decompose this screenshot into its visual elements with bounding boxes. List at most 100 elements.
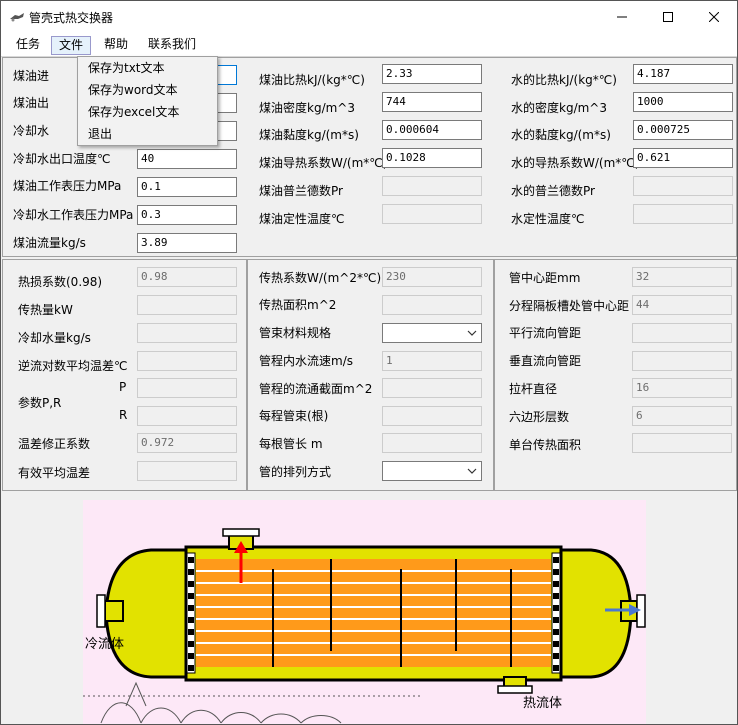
minimize-button[interactable] [599,1,645,33]
label-kerosene-viscosity: 煤油黏度kg/(m*s) [259,128,359,142]
effective-temp-diff-output [137,461,237,481]
label-kerosene-flow: 煤油流量kg/s [13,236,86,250]
label-water-viscosity: 水的黏度kg/(m*s) [511,128,611,142]
label-kerosene-density: 煤油密度kg/m^3 [259,101,355,115]
label-tube-bundles: 每程管束(根) [259,409,329,423]
label-cooling-water-amount: 冷却水量kg/s [18,331,91,345]
kerosene-pressure-input[interactable]: 0.1 [137,177,237,197]
menu-exit[interactable]: 退出 [88,126,112,142]
heat-exchanger-diagram [83,500,646,724]
menu-save-txt[interactable]: 保存为txt文本 [88,60,165,76]
chevron-down-icon [467,330,477,336]
water-cp-input[interactable]: 4.187 [633,64,733,84]
label-hex-layers: 六边形层数 [509,410,570,424]
label-p: P [119,380,127,394]
kerosene-flow-input[interactable]: 3.89 [137,233,237,253]
label-flow-section: 管程的流通截面m^2 [259,382,373,396]
left-nozzle [104,600,124,622]
tube-arrangement-select[interactable] [382,461,482,481]
label-kerosene-conductivity: 煤油导热系数W/(m*℃) [259,156,388,170]
label-kerosene-prandtl: 煤油普兰德数Pr [259,184,343,198]
tube-spec-select[interactable] [382,323,482,343]
calc-panel-right: 管中心距mm 32 分程隔板槽处管中心距 44 平行流向管距 垂直流向管距 拉杆… [494,259,737,491]
label-tube-length: 每根管长 m [259,437,323,451]
diagram-area: 冷流体 热流体 [1,491,737,724]
p-output [137,378,237,398]
water-velocity-input: 1 [382,351,482,371]
kerosene-density-input[interactable]: 744 [382,92,482,112]
water-viscosity-input[interactable]: 0.000725 [633,120,733,140]
close-icon [709,12,719,22]
label-heat-coef: 传热系数W/(m^2*℃) [259,271,382,285]
menu-help[interactable]: 帮助 [97,36,135,55]
left-flange [96,594,106,628]
label-heat-loss: 热损系数(0.98) [18,275,103,289]
label-tube-pitch: 管中心距mm [509,271,581,285]
window-title: 管壳式热交换器 [29,11,114,25]
lmtd-output [137,351,237,371]
label-heat-area: 传热面积m^2 [259,298,337,312]
label-water-velocity: 管程内水流速m/s [259,354,353,368]
kerosene-cp-input[interactable]: 2.33 [382,64,482,84]
cooling-pressure-input[interactable]: 0.3 [137,205,237,225]
vertical-pitch-output [632,351,732,371]
menu-file[interactable]: 文件 [51,36,92,55]
close-button[interactable] [691,1,737,33]
tube-bundles-output [382,406,482,426]
label-kerosene-qualitative-temp: 煤油定性温度℃ [259,212,345,226]
label-rod-diameter: 拉杆直径 [509,382,558,396]
parallel-pitch-output [632,323,732,343]
bottom-flange [497,685,533,694]
heat-area-output [382,295,482,315]
top-flange [222,528,260,537]
kerosene-viscosity-input[interactable]: 0.000604 [382,120,482,140]
water-conductivity-input[interactable]: 0.621 [633,148,733,168]
label-cooling-in: 冷却水 [13,124,50,138]
label-heat-transfer: 传热量kW [18,303,73,317]
heat-loss-input: 0.98 [137,267,237,287]
kerosene-prandtl-output [382,176,482,196]
heat-coef-input: 230 [382,267,482,287]
cold-fluid-label: 冷流体 [85,637,125,652]
file-menu-dropdown: 保存为txt文本 保存为word文本 保存为excel文本 退出 [77,56,218,146]
baffle-pitch-input: 44 [632,295,732,315]
label-correction: 温差修正系数 [18,437,91,451]
maximize-button[interactable] [645,1,691,33]
menu-bar: 任务 文件 帮助 联系我们 [1,33,737,57]
label-kerosene-in: 煤油进 [13,69,50,83]
label-water-conductivity: 水的导热系数W/(m*℃) [511,156,640,170]
label-params-pr: 参数P,R [18,396,62,410]
menu-contact[interactable]: 联系我们 [141,36,203,55]
label-cooling-out: 冷却水出口温度℃ [13,152,111,166]
minimize-icon [617,16,627,18]
kerosene-conductivity-input[interactable]: 0.1028 [382,148,482,168]
hot-fluid-label: 热流体 [523,696,563,711]
rod-diameter-input: 16 [632,378,732,398]
cooling-out-temp-input[interactable]: 40 [137,149,237,169]
heat-transfer-output [137,295,237,315]
label-r: R [119,408,128,422]
label-vertical-pitch: 垂直流向管距 [509,354,582,368]
menu-task[interactable]: 任务 [9,36,47,55]
flow-section-output [382,378,482,398]
correction-output: 0.972 [137,433,237,453]
menu-save-excel[interactable]: 保存为excel文本 [88,104,179,120]
label-tube-spec: 管束材料规格 [259,326,332,340]
unit-area-output [632,433,732,453]
title-bar[interactable]: 管壳式热交换器 [1,1,737,33]
label-water-cp: 水的比热kJ/(kg*℃) [511,73,617,87]
label-parallel-pitch: 平行流向管距 [509,326,582,340]
label-kerosene-pressure: 煤油工作表压力MPa [13,179,122,193]
maximize-icon [663,12,673,22]
menu-save-word[interactable]: 保存为word文本 [88,82,178,98]
hex-layers-input: 6 [632,406,732,426]
tube-pitch-input: 32 [632,267,732,287]
chevron-down-icon [467,468,477,474]
label-baffle-pitch: 分程隔板槽处管中心距 [509,299,630,313]
label-kerosene-cp: 煤油比热kJ/(kg*℃) [259,73,365,87]
tube-bundle [196,559,551,667]
water-density-input[interactable]: 1000 [633,92,733,112]
label-effective-temp-diff: 有效平均温差 [18,466,91,480]
water-prandtl-output [633,176,733,196]
calc-panel-left: 热损系数(0.98) 0.98 传热量kW 冷却水量kg/s 逆流对数平均温差℃… [2,259,247,491]
